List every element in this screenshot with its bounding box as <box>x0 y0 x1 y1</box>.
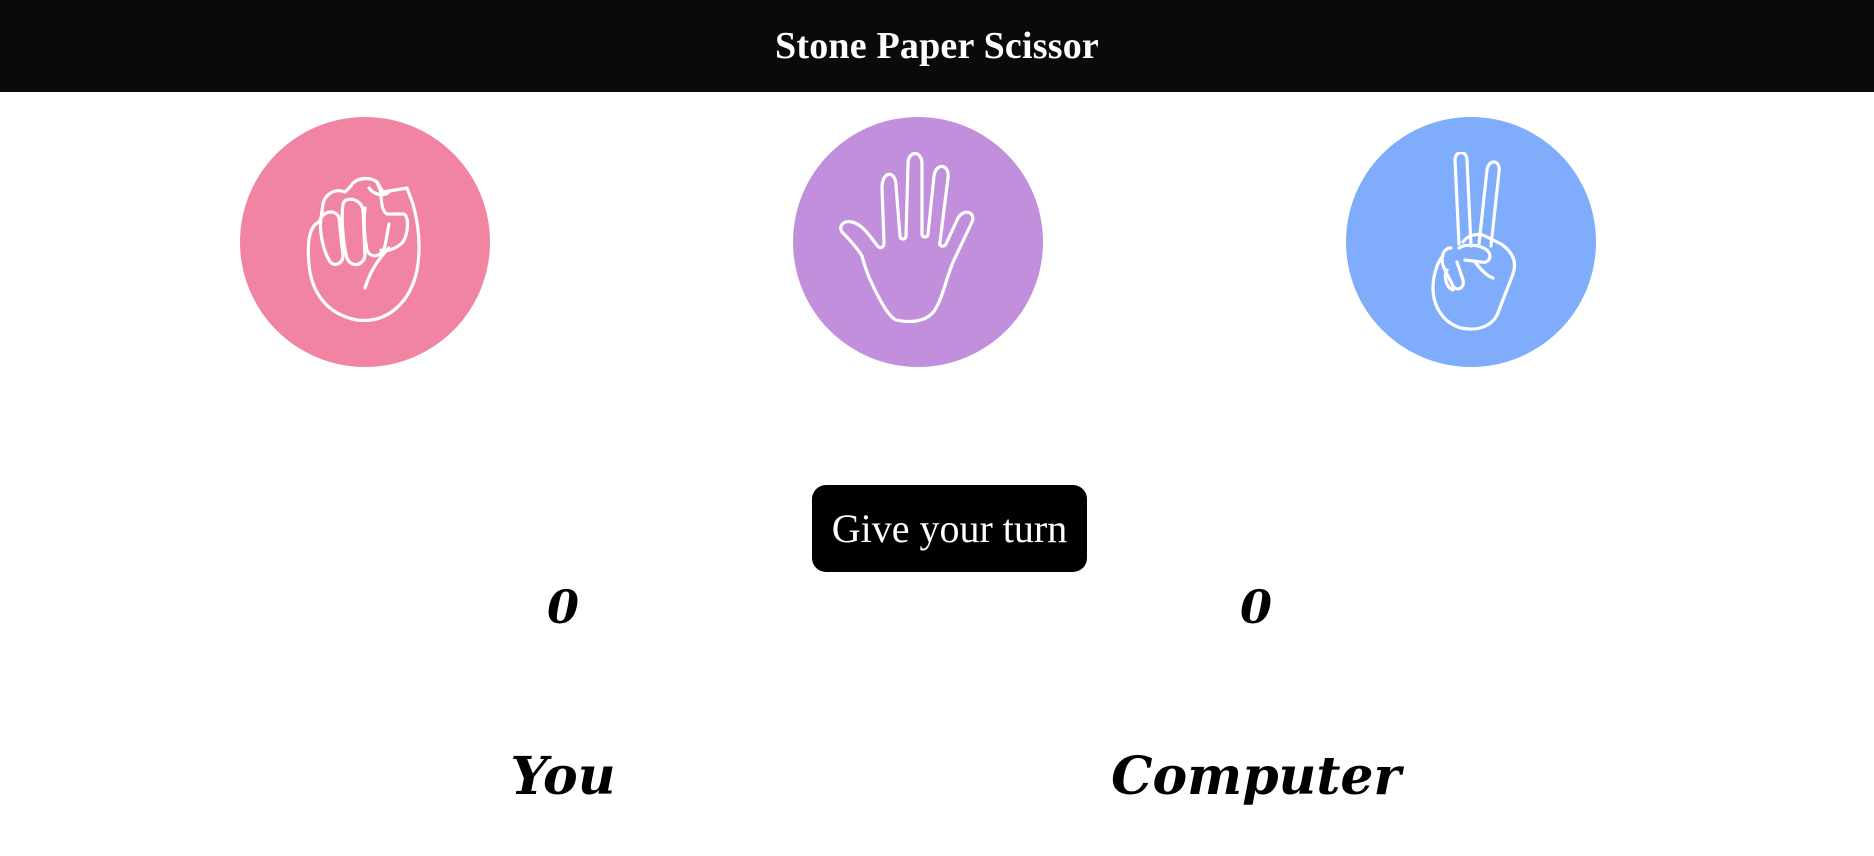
computer-score: 0 <box>1239 580 1272 634</box>
paper-choice-button[interactable] <box>793 117 1043 367</box>
computer-label: Computer <box>1111 746 1401 807</box>
game-page: Stone Paper Scissor Give your turn 0 0 Y… <box>0 0 1874 856</box>
header-bar: Stone Paper Scissor <box>0 0 1874 92</box>
page-title: Stone Paper Scissor <box>775 25 1099 67</box>
scissor-choice-button[interactable] <box>1346 117 1596 367</box>
stone-choice-button[interactable] <box>240 117 490 367</box>
give-turn-button[interactable]: Give your turn <box>812 485 1087 572</box>
user-score: 0 <box>546 580 579 634</box>
user-label: You <box>510 746 616 807</box>
victory-hand-icon <box>1431 152 1517 331</box>
open-hand-icon <box>839 152 975 324</box>
fist-icon <box>306 176 421 322</box>
